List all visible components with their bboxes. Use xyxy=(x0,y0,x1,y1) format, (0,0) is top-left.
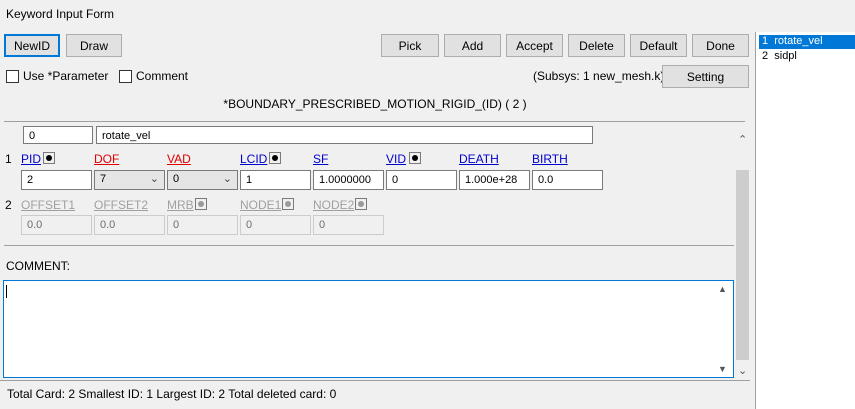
list-item-name: rotate_vel xyxy=(774,35,823,47)
delete-button[interactable]: Delete xyxy=(568,34,625,57)
draw-button[interactable]: Draw xyxy=(66,34,122,57)
death-label[interactable]: DEATH xyxy=(459,152,499,166)
list-item-number: 1 xyxy=(762,35,769,47)
list-item-number: 2 xyxy=(762,50,769,62)
keyword-id-list[interactable]: 1 rotate_vel 2 sidpl xyxy=(755,32,855,409)
node2-label: NODE2 xyxy=(313,198,355,212)
heading-input[interactable]: rotate_vel xyxy=(96,126,593,144)
death-input[interactable]: 1.000e+28 xyxy=(459,170,530,190)
checkbox-box[interactable] xyxy=(119,69,132,83)
offset1-input: 0.0 xyxy=(21,215,92,235)
node1-label: NODE1 xyxy=(240,198,282,212)
mrb-input: 0 xyxy=(167,215,238,235)
vad-select[interactable]: 0 ⌄ xyxy=(167,170,238,190)
dof-value: 7 xyxy=(100,173,107,185)
status-text: Total Card: 2 Smallest ID: 1 Largest ID:… xyxy=(7,387,337,401)
vid-input[interactable]: 0 xyxy=(386,170,457,190)
pid-label[interactable]: PID xyxy=(21,152,41,166)
vad-value: 0 xyxy=(173,173,180,185)
lcid-label[interactable]: LCID xyxy=(240,152,267,166)
default-button[interactable]: Default xyxy=(630,34,687,57)
node2-pick-icon xyxy=(355,198,367,210)
node2-input: 0 xyxy=(313,215,384,235)
newid-button[interactable]: NewID xyxy=(4,34,60,57)
birth-label[interactable]: BIRTH xyxy=(532,152,568,166)
sf-label[interactable]: SF xyxy=(313,152,328,166)
comment-label: COMMENT: xyxy=(6,259,70,273)
divider xyxy=(4,121,745,122)
chevron-down-icon[interactable]: ⌄ xyxy=(738,364,747,377)
keyword-title: *BOUNDARY_PRESCRIBED_MOTION_RIGID_(ID) (… xyxy=(223,97,527,111)
node1-pick-icon xyxy=(282,198,294,210)
comment-scroll-down-icon[interactable]: ▼ xyxy=(718,364,727,374)
comment-checkbox-label: Comment xyxy=(136,69,189,83)
accept-button[interactable]: Accept xyxy=(506,34,563,57)
use-parameter-checkbox[interactable]: Use *Parameter xyxy=(6,69,108,83)
node1-input: 0 xyxy=(240,215,311,235)
vad-label: VAD xyxy=(167,152,191,166)
lcid-input[interactable]: 1 xyxy=(240,170,311,190)
chevron-down-icon: ⌄ xyxy=(222,173,232,185)
id-input[interactable]: 0 xyxy=(23,126,93,144)
done-button[interactable]: Done xyxy=(692,34,749,57)
add-button[interactable]: Add xyxy=(444,34,501,57)
card-2-number: 2 xyxy=(5,198,12,212)
pid-input[interactable]: 2 xyxy=(21,170,92,190)
text-caret xyxy=(6,285,7,298)
list-item-name: sidpl xyxy=(774,50,797,62)
mrb-label: MRB xyxy=(167,198,194,212)
offset1-label: OFFSET1 xyxy=(21,198,76,212)
checkbox-box[interactable] xyxy=(6,69,19,83)
setting-button[interactable]: Setting xyxy=(662,65,749,88)
window-title: Keyword Input Form xyxy=(6,7,115,21)
form-scrollbar-thumb[interactable] xyxy=(736,170,749,360)
status-bar: Total Card: 2 Smallest ID: 1 Largest ID:… xyxy=(0,380,750,404)
sf-input[interactable]: 1.0000000 xyxy=(313,170,384,190)
comment-checkbox[interactable]: Comment xyxy=(119,69,188,83)
offset2-label: OFFSET2 xyxy=(94,198,149,212)
lcid-pick-icon[interactable] xyxy=(269,152,281,164)
comment-textarea[interactable] xyxy=(3,280,734,378)
use-parameter-label: Use *Parameter xyxy=(23,69,109,83)
comment-scroll-up-icon[interactable]: ▲ xyxy=(718,284,727,294)
mrb-pick-icon xyxy=(195,198,207,210)
list-item[interactable]: 2 sidpl xyxy=(759,50,800,64)
birth-input[interactable]: 0.0 xyxy=(532,170,603,190)
list-item[interactable]: 1 rotate_vel xyxy=(759,35,855,49)
dof-label: DOF xyxy=(94,152,120,166)
vid-pick-icon[interactable] xyxy=(409,152,421,164)
offset2-input: 0.0 xyxy=(94,215,165,235)
subsys-label: (Subsys: 1 new_mesh.k) xyxy=(533,69,665,83)
divider xyxy=(4,245,734,246)
vid-label[interactable]: VID xyxy=(386,152,406,166)
pid-pick-icon[interactable] xyxy=(43,152,55,164)
card-1-number: 1 xyxy=(5,152,12,166)
chevron-up-icon[interactable]: ⌃ xyxy=(738,133,747,146)
pick-button[interactable]: Pick xyxy=(381,34,439,57)
dof-select[interactable]: 7 ⌄ xyxy=(94,170,165,190)
chevron-down-icon: ⌄ xyxy=(149,173,159,185)
